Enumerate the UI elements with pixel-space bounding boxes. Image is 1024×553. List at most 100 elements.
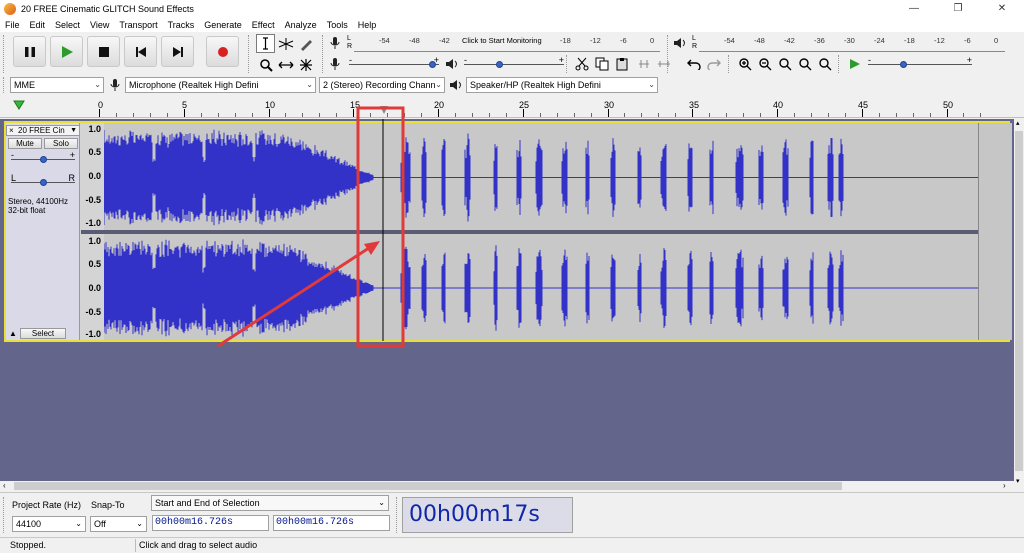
waveform-left-channel[interactable]: [104, 123, 978, 230]
scroll-down-icon[interactable]: ▾: [1016, 477, 1020, 485]
cut-button[interactable]: [572, 54, 591, 73]
time-shift-tool-button[interactable]: [276, 55, 295, 74]
snap-to-select[interactable]: Off ⌄: [90, 516, 147, 532]
waveform-right-channel[interactable]: [104, 234, 978, 340]
menu-edit[interactable]: Edit: [25, 20, 51, 30]
collapse-track-icon[interactable]: ▲: [8, 329, 18, 340]
audio-position-display[interactable]: 00h00m17s: [402, 497, 573, 533]
track-close-icon[interactable]: ×: [9, 126, 14, 135]
pause-button[interactable]: [13, 36, 46, 67]
undo-button[interactable]: [684, 54, 703, 73]
track-gain-thumb[interactable]: [40, 156, 47, 163]
envelope-tool-button[interactable]: [276, 34, 295, 53]
playback-device-select[interactable]: Speaker/HP (Realtek High Defini ⌄: [466, 77, 658, 93]
toolbar-grip[interactable]: [3, 497, 7, 533]
zoom-in-button[interactable]: [735, 54, 754, 73]
solo-button[interactable]: Solo: [44, 138, 78, 149]
selection-end-time[interactable]: 00h00m16.726s: [273, 515, 390, 531]
timeline-ruler[interactable]: 0 5 10 15 20 25 30 35 40 45 50: [0, 96, 1024, 118]
close-button[interactable]: ✕: [980, 0, 1024, 17]
toolbar-grip[interactable]: [838, 55, 842, 73]
menu-transport[interactable]: Transport: [114, 20, 162, 30]
menu-effect[interactable]: Effect: [247, 20, 280, 30]
track-menu-icon[interactable]: ▼: [70, 126, 77, 135]
playback-volume-slider[interactable]: - +: [464, 55, 564, 70]
scroll-right-icon[interactable]: ›: [1003, 481, 1006, 490]
track-gain-slider[interactable]: - +: [11, 150, 75, 165]
play-at-speed-slider[interactable]: - +: [868, 55, 972, 70]
vertical-scrollbar[interactable]: ▴ ▾: [1014, 119, 1024, 491]
minimize-button[interactable]: —: [892, 0, 936, 17]
menu-analyze[interactable]: Analyze: [280, 20, 322, 30]
toolbar-grip[interactable]: [322, 35, 326, 73]
recording-channels-select[interactable]: 2 (Stereo) Recording Chann ⌄: [319, 77, 445, 93]
audio-track[interactable]: × 20 FREE Cin ▼ Mute Solo - + L R Stereo…: [4, 121, 1012, 342]
zoom-tool-button[interactable]: [256, 55, 275, 74]
play-at-speed-thumb[interactable]: [900, 61, 907, 68]
record-meter[interactable]: -54 -48 -42 Click to Start Monitoring -1…: [354, 36, 660, 52]
mute-button[interactable]: Mute: [8, 138, 42, 149]
menu-generate[interactable]: Generate: [199, 20, 247, 30]
record-button[interactable]: [206, 36, 239, 67]
track-name-bar[interactable]: × 20 FREE Cin ▼: [6, 125, 80, 136]
play-meter-speaker-icon[interactable]: [672, 35, 686, 51]
zoom-toggle-button[interactable]: [815, 54, 834, 73]
menu-select[interactable]: Select: [50, 20, 85, 30]
play-meter-scale-label: -36: [814, 36, 825, 45]
toolbar-grip[interactable]: [3, 35, 7, 73]
selection-tool-button[interactable]: [256, 34, 275, 53]
empty-track-region[interactable]: [978, 123, 1012, 340]
trim-audio-button[interactable]: [634, 54, 653, 73]
menu-help[interactable]: Help: [353, 20, 382, 30]
toolbar-grip[interactable]: [396, 497, 400, 533]
horizontal-scroll-thumb[interactable]: [14, 482, 842, 490]
menu-file[interactable]: File: [0, 20, 25, 30]
stop-button[interactable]: [87, 36, 120, 67]
skip-to-end-button[interactable]: [161, 36, 194, 67]
track-name[interactable]: 20 FREE Cin: [18, 126, 68, 135]
menu-view[interactable]: View: [85, 20, 114, 30]
tracks-area[interactable]: × 20 FREE Cin ▼ Mute Solo - + L R Stereo…: [0, 119, 1014, 481]
maximize-button[interactable]: ❐: [936, 0, 980, 17]
toolbar-grip[interactable]: [3, 77, 7, 93]
scroll-up-icon[interactable]: ▴: [1016, 119, 1020, 127]
silence-audio-button[interactable]: [654, 54, 673, 73]
toolbar-grip[interactable]: [728, 55, 732, 73]
multi-tool-button[interactable]: [296, 55, 315, 74]
scroll-left-icon[interactable]: ‹: [3, 481, 6, 490]
horizontal-scrollbar[interactable]: ‹ ›: [0, 481, 1014, 491]
track-pan-slider[interactable]: L R: [11, 173, 75, 188]
recording-volume-thumb[interactable]: [429, 61, 436, 68]
project-rate-select[interactable]: 44100 ⌄: [12, 516, 86, 532]
playback-volume-thumb[interactable]: [496, 61, 503, 68]
fit-selection-button[interactable]: [775, 54, 794, 73]
play-meter[interactable]: -54 -48 -42 -36 -30 -24 -18 -12 -6 0: [699, 36, 1005, 52]
record-meter-microphone-icon[interactable]: [329, 35, 341, 51]
select-track-button[interactable]: Select: [20, 328, 66, 339]
play-at-speed-button[interactable]: [845, 54, 864, 73]
paste-button[interactable]: [612, 54, 631, 73]
track-control-panel[interactable]: × 20 FREE Cin ▼ Mute Solo - + L R Stereo…: [6, 123, 80, 340]
redo-button[interactable]: [704, 54, 723, 73]
menu-tracks[interactable]: Tracks: [163, 20, 200, 30]
menu-tools[interactable]: Tools: [322, 20, 353, 30]
toolbar-grip[interactable]: [248, 35, 252, 73]
toolbar-grip[interactable]: [566, 55, 570, 73]
copy-button[interactable]: [592, 54, 611, 73]
selection-mode-select[interactable]: Start and End of Selection ⌄: [151, 495, 389, 511]
skip-to-start-button[interactable]: [124, 36, 157, 67]
play-button[interactable]: [50, 36, 83, 67]
draw-tool-button[interactable]: [296, 34, 315, 53]
audio-host-select[interactable]: MME ⌄: [10, 77, 104, 93]
selection-start-time[interactable]: 00h00m16.726s: [152, 515, 269, 531]
recording-volume-slider[interactable]: - +: [349, 55, 439, 70]
timeline-tick: [743, 113, 744, 117]
play-meter-channel-r: R: [692, 43, 698, 50]
track-pan-thumb[interactable]: [40, 179, 47, 186]
zoom-out-button[interactable]: [755, 54, 774, 73]
vertical-scroll-thumb[interactable]: [1015, 131, 1023, 471]
record-meter-prompt[interactable]: Click to Start Monitoring: [462, 36, 542, 45]
fit-project-button[interactable]: [795, 54, 814, 73]
timeline-options-icon[interactable]: [13, 100, 25, 112]
recording-device-select[interactable]: Microphone (Realtek High Defini ⌄: [125, 77, 316, 93]
